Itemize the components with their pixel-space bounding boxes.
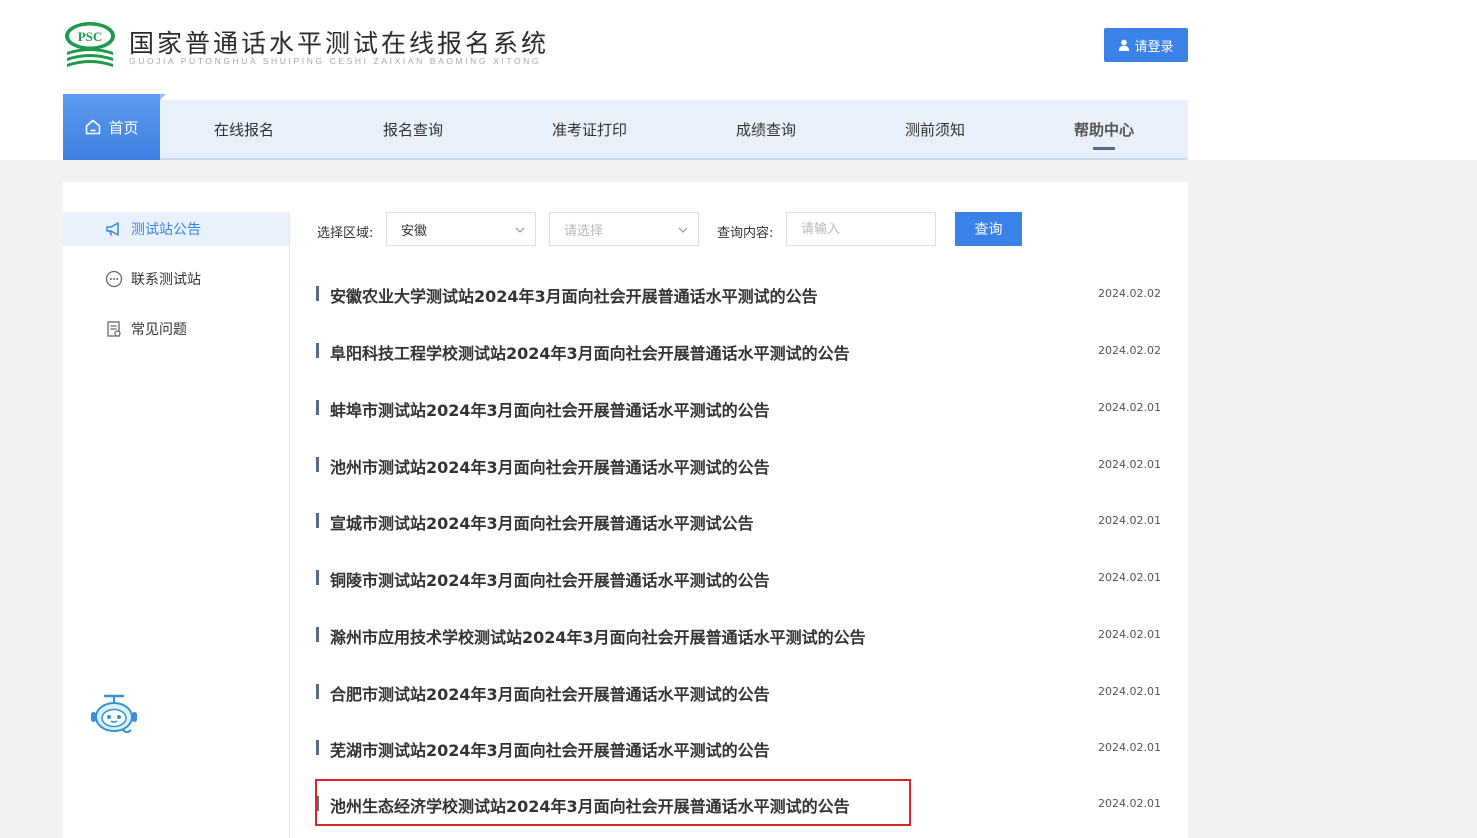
psc-logo-icon: PSC: [65, 22, 115, 67]
document-icon: [107, 321, 121, 337]
news-item[interactable]: 安徽农业大学测试站2024年3月面向社会开展普通话水平测试的公告 2024.02…: [316, 279, 1161, 309]
news-item[interactable]: 池州生态经济学校测试站2024年3月面向社会开展普通话水平测试的公告 2024.…: [316, 789, 1161, 819]
nav-label-online-registration: 在线报名: [214, 120, 275, 139]
nav-label-help-center: 帮助中心: [1074, 120, 1135, 139]
news-date: 2024.02.01: [1098, 571, 1161, 584]
nav-item-pre-test-notice[interactable]: 测前须知: [905, 100, 965, 158]
site-title: 国家普通话水平测试在线报名系统: [129, 29, 550, 58]
news-marker: [316, 513, 319, 528]
news-date: 2024.02.01: [1098, 401, 1161, 414]
query-label: 查询内容:: [717, 226, 774, 241]
news-item[interactable]: 阜阳科技工程学校测试站2024年3月面向社会开展普通话水平测试的公告 2024.…: [316, 336, 1161, 366]
region-label: 选择区域:: [317, 226, 374, 241]
home-icon: [86, 119, 101, 135]
news-title[interactable]: 阜阳科技工程学校测试站2024年3月面向社会开展普通话水平测试的公告: [330, 340, 850, 364]
nav-label-score-query: 成绩查询: [736, 120, 797, 139]
nav-item-help-center[interactable]: 帮助中心: [1074, 100, 1134, 158]
news-title[interactable]: 铜陵市测试站2024年3月面向社会开展普通话水平测试的公告: [330, 567, 770, 591]
nav-label-admission-ticket: 准考证打印: [552, 120, 628, 139]
news-title[interactable]: 蚌埠市测试站2024年3月面向社会开展普通话水平测试的公告: [330, 397, 770, 421]
news-item[interactable]: 合肥市测试站2024年3月面向社会开展普通话水平测试的公告 2024.02.01: [316, 677, 1161, 707]
news-marker: [316, 570, 319, 585]
news-date: 2024.02.01: [1098, 458, 1161, 471]
sidebar-label-contact-station: 联系测试站: [131, 272, 201, 288]
megaphone-icon: [106, 222, 119, 236]
sidebar-label-faq: 常见问题: [131, 322, 187, 338]
robot-assistant-icon[interactable]: [89, 692, 139, 736]
nav-item-online-registration[interactable]: 在线报名: [214, 100, 274, 158]
news-date: 2024.02.02: [1098, 287, 1161, 300]
sidebar-item-contact-station[interactable]: 联系测试站: [63, 262, 289, 296]
news-title[interactable]: 池州市测试站2024年3月面向社会开展普通话水平测试的公告: [330, 454, 770, 478]
news-date: 2024.02.01: [1098, 628, 1161, 641]
news-marker: [316, 400, 319, 415]
user-icon: [1119, 39, 1130, 51]
sidebar-label-station-announcements: 测试站公告: [131, 222, 201, 238]
main-nav: 首页 在线报名 报名查询 准考证打印 成绩查询 测前须知 帮助中心: [63, 94, 1188, 160]
news-date: 2024.02.01: [1098, 741, 1161, 754]
news-marker: [316, 286, 319, 301]
login-label: 请登录: [1134, 39, 1174, 55]
nav-item-registration-query[interactable]: 报名查询: [383, 100, 443, 158]
chevron-down-icon: [515, 227, 525, 233]
nav-label-registration-query: 报名查询: [383, 120, 444, 139]
nav-label-home: 首页: [108, 118, 139, 137]
news-item[interactable]: 滁州市应用技术学校测试站2024年3月面向社会开展普通话水平测试的公告 2024…: [316, 620, 1161, 650]
chevron-down-icon: [678, 227, 688, 233]
news-item[interactable]: 宣城市测试站2024年3月面向社会开展普通话水平测试公告 2024.02.01: [316, 506, 1161, 536]
content-panel: 测试站公告 联系测试站 常见问题 选择区域: 安徽 请选择 查询内容: 请输入 …: [63, 182, 1188, 838]
nav-label-pre-test-notice: 测前须知: [905, 120, 966, 139]
news-title[interactable]: 安徽农业大学测试站2024年3月面向社会开展普通话水平测试的公告: [330, 283, 818, 307]
search-button[interactable]: 查询: [955, 212, 1022, 246]
nav-item-score-query[interactable]: 成绩查询: [736, 100, 796, 158]
site-subtitle: GUOJIA PUTONGHUA SHUIPING CESHI ZAIXIAN …: [129, 56, 542, 66]
news-marker: [316, 796, 319, 811]
query-input[interactable]: [786, 212, 936, 246]
news-date: 2024.02.02: [1098, 344, 1161, 357]
news-marker: [316, 343, 319, 358]
news-title[interactable]: 滁州市应用技术学校测试站2024年3月面向社会开展普通话水平测试的公告: [330, 624, 866, 648]
nav-item-home[interactable]: 首页: [63, 94, 166, 160]
news-item[interactable]: 蚌埠市测试站2024年3月面向社会开展普通话水平测试的公告 2024.02.01: [316, 393, 1161, 423]
news-date: 2024.02.01: [1098, 514, 1161, 527]
station-select[interactable]: 请选择: [549, 212, 699, 246]
news-item[interactable]: 铜陵市测试站2024年3月面向社会开展普通话水平测试的公告 2024.02.01: [316, 563, 1161, 593]
news-date: 2024.02.01: [1098, 797, 1161, 810]
news-item[interactable]: 芜湖市测试站2024年3月面向社会开展普通话水平测试的公告 2024.02.01: [316, 733, 1161, 763]
news-title[interactable]: 芜湖市测试站2024年3月面向社会开展普通话水平测试的公告: [330, 737, 770, 761]
news-marker: [316, 684, 319, 699]
news-item[interactable]: 池州市测试站2024年3月面向社会开展普通话水平测试的公告 2024.02.01: [316, 450, 1161, 480]
svg-text:PSC: PSC: [78, 29, 103, 44]
region-select-value: 安徽: [401, 223, 428, 239]
news-title[interactable]: 池州生态经济学校测试站2024年3月面向社会开展普通话水平测试的公告: [330, 793, 850, 817]
station-select-placeholder: 请选择: [564, 223, 604, 239]
sidebar-item-station-announcements[interactable]: 测试站公告: [63, 212, 289, 246]
chat-icon: [105, 270, 123, 288]
nav-item-admission-ticket[interactable]: 准考证打印: [552, 100, 627, 158]
news-marker: [316, 457, 319, 472]
news-title[interactable]: 宣城市测试站2024年3月面向社会开展普通话水平测试公告: [330, 510, 754, 534]
news-marker: [316, 627, 319, 642]
sidebar-divider: [289, 212, 290, 838]
sidebar-item-faq[interactable]: 常见问题: [63, 312, 289, 346]
news-title[interactable]: 合肥市测试站2024年3月面向社会开展普通话水平测试的公告: [330, 681, 770, 705]
login-button[interactable]: 请登录: [1104, 28, 1188, 62]
site-logo[interactable]: PSC 国家普通话水平测试在线报名系统 GUOJIA PUTONGHUA SHU…: [63, 20, 563, 72]
news-date: 2024.02.01: [1098, 685, 1161, 698]
news-marker: [316, 740, 319, 755]
region-select[interactable]: 安徽: [386, 212, 536, 246]
